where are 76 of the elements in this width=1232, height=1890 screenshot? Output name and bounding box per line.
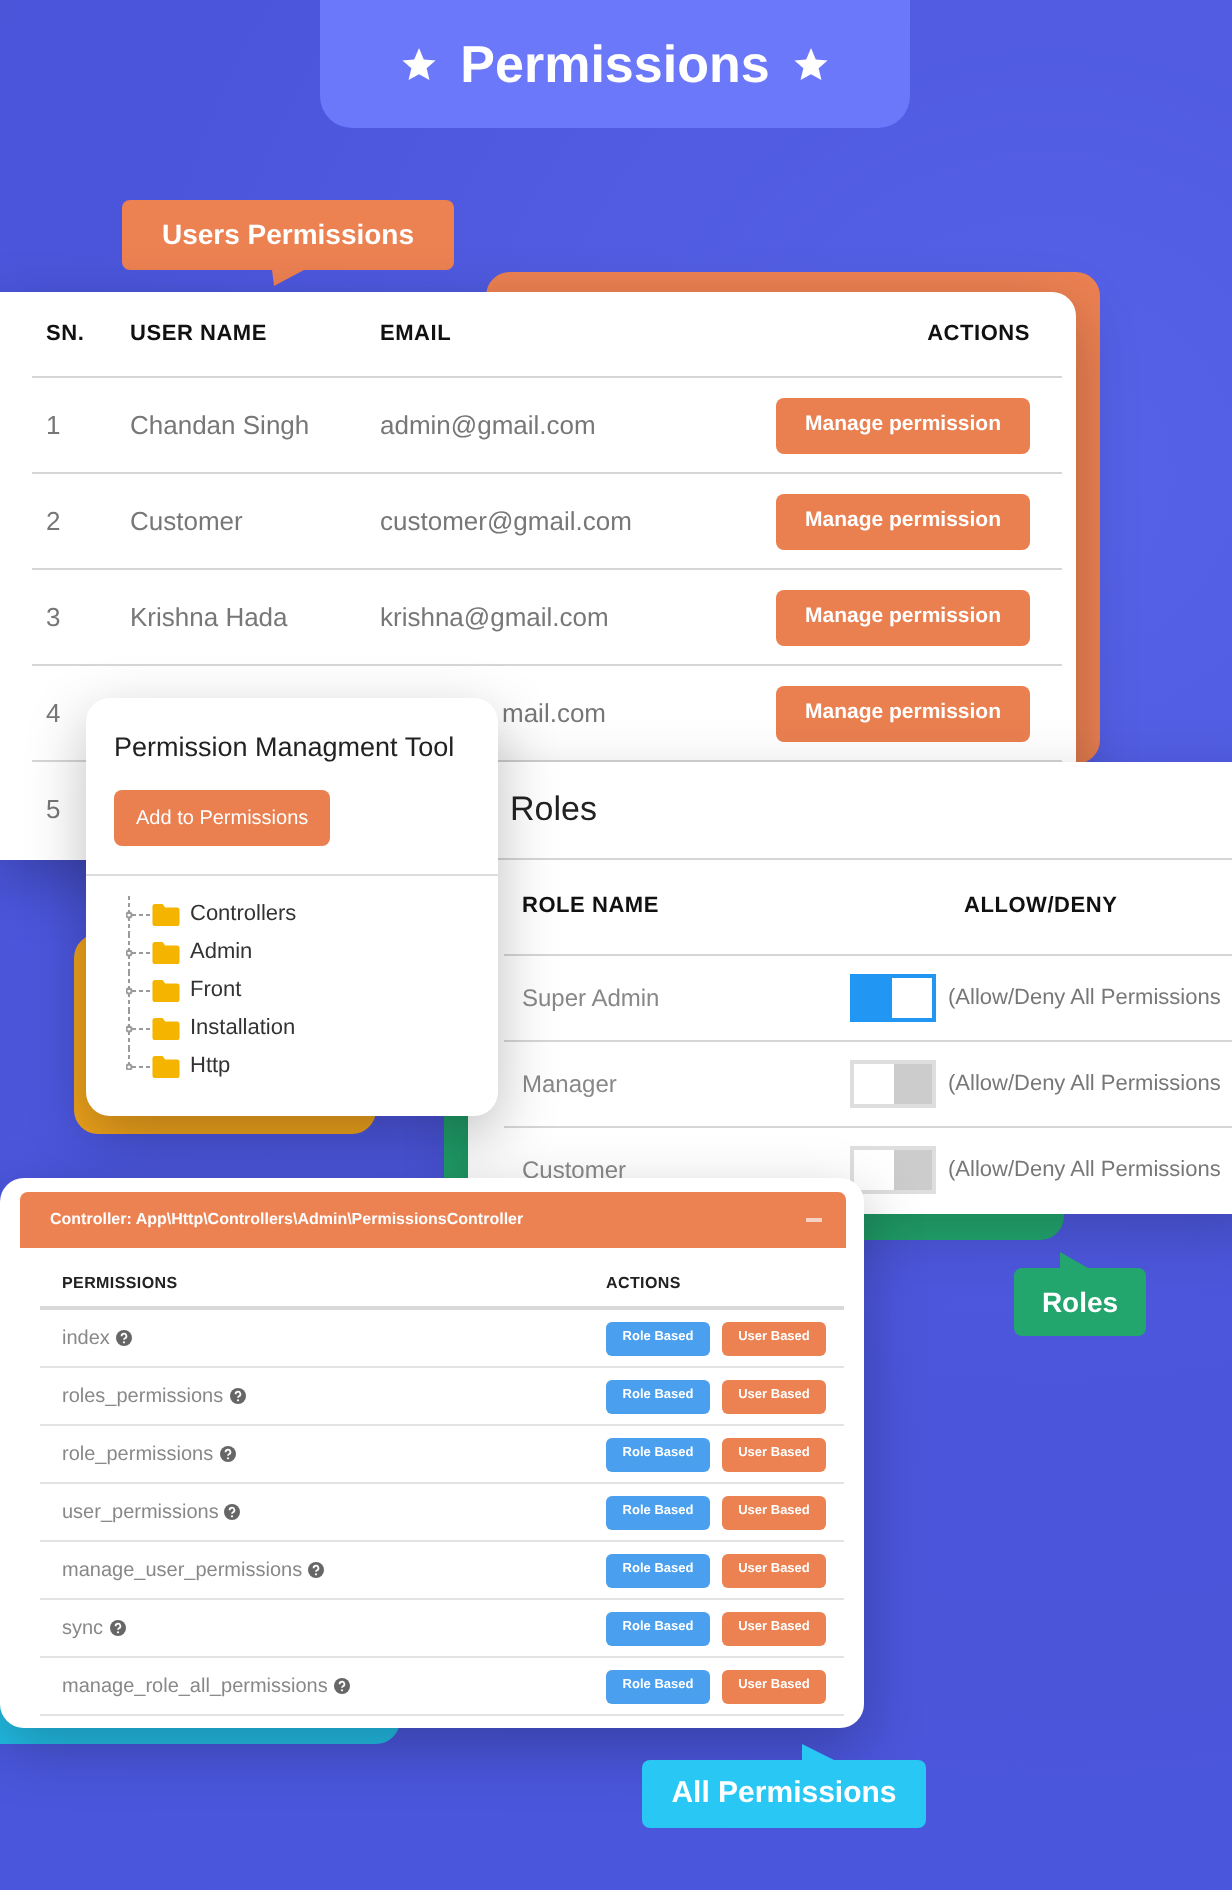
tree-branch-icon — [126, 972, 150, 1010]
help-icon — [224, 1504, 241, 1520]
permission-name: role_permissions — [62, 1441, 214, 1469]
section-callout: All Permissions — [642, 1760, 926, 1828]
column-header: SN. — [46, 319, 87, 350]
column-header: PERMISSIONS — [60, 1272, 178, 1296]
help-icon — [219, 1446, 236, 1462]
tree-item[interactable]: Front — [152, 974, 242, 1008]
panel-title: Permission Managment Tool — [114, 732, 455, 762]
table-cell: 5 — [46, 793, 61, 823]
folder-icon — [152, 904, 180, 926]
folder-icon — [152, 942, 180, 964]
permission-name: manage_role_all_permissions — [62, 1673, 328, 1701]
permission-name: manage_user_permissions — [62, 1557, 303, 1585]
table-cell: krishna@gmail.com — [380, 601, 609, 631]
table-cell: mail.com — [502, 697, 607, 727]
folder-icon — [152, 1018, 180, 1040]
table-cell: 3 — [46, 601, 61, 631]
table-cell: 1 — [46, 409, 61, 439]
controller-path: Controller: App\Http\Controllers\Admin\PermissionsController — [50, 1208, 524, 1232]
table-cell: 4 — [46, 697, 61, 727]
column-header: ROLE NAME — [520, 892, 659, 923]
table-cell: customer@gmail.com — [380, 505, 632, 535]
permission-name: user_permissions — [62, 1499, 219, 1527]
table-cell: admin@gmail.com — [380, 409, 596, 439]
manage-permission-button[interactable]: Manage permission — [776, 397, 1030, 453]
role-name: Manager — [520, 1068, 617, 1102]
help-icon — [229, 1388, 246, 1404]
table-cell: Krishna Hada — [130, 601, 288, 631]
table-cell: Customer — [130, 505, 243, 535]
callout-pointer-icon — [802, 1744, 834, 1760]
permission-name: roles_permissions — [62, 1383, 224, 1411]
folder-icon — [152, 980, 180, 1002]
role-name: Customer — [520, 1154, 627, 1188]
table-cell: 2 — [46, 505, 61, 535]
column-header: ACTIONS — [927, 319, 1030, 350]
help-icon — [333, 1678, 350, 1694]
star-icon — [402, 48, 437, 80]
page-title: Permissions — [460, 38, 770, 90]
tree-item-label: Admin — [190, 938, 253, 969]
star-icon — [793, 48, 828, 80]
tree-item[interactable]: Installation — [152, 1012, 296, 1046]
tree-item[interactable]: Http — [152, 1050, 231, 1084]
section-callout: Users Permissions — [122, 200, 454, 270]
allow-toggle[interactable] — [850, 974, 936, 1022]
manage-permission-button[interactable]: Manage permission — [776, 493, 1030, 549]
manage-permission-button[interactable]: Manage permission — [776, 589, 1030, 645]
toggle-label: (Allow/Deny All Permissions — [948, 1155, 1221, 1186]
add-to-permissions-button[interactable]: Add to Permissions — [114, 790, 331, 846]
toggle-label: (Allow/Deny All Permissions — [948, 1069, 1221, 1100]
tree-branch-icon — [126, 896, 150, 934]
column-header: ALLOW/DENY — [964, 892, 1118, 923]
tree-item-label: Installation — [190, 1014, 296, 1045]
tree-item[interactable]: Controllers — [152, 898, 297, 932]
callout-pointer-icon — [1060, 1252, 1088, 1268]
panel-title: Roles — [510, 788, 597, 833]
tree-item-label: Front — [190, 976, 242, 1007]
permission-name: index — [62, 1325, 110, 1353]
tree-item-label: Controllers — [190, 900, 297, 931]
role-name: Super Admin — [520, 982, 660, 1016]
help-icon — [115, 1330, 132, 1346]
permission-name: sync — [62, 1615, 104, 1643]
table-cell: Chandan Singh — [130, 409, 310, 439]
column-header: ACTIONS — [606, 1272, 681, 1296]
column-header: USER NAME — [130, 319, 269, 350]
tree-item-label: Http — [190, 1052, 231, 1083]
manage-permission-button[interactable]: Manage permission — [776, 685, 1030, 741]
column-header: EMAIL — [380, 319, 454, 350]
help-icon — [109, 1620, 126, 1636]
callout-pointer-icon — [272, 270, 304, 286]
folder-icon — [152, 1056, 180, 1078]
toggle-label: (Allow/Deny All Permissions — [948, 983, 1221, 1014]
help-icon — [308, 1562, 325, 1578]
section-callout: Roles — [1014, 1268, 1146, 1336]
tree-branch-icon — [126, 934, 150, 972]
tree-item[interactable]: Admin — [152, 936, 253, 970]
